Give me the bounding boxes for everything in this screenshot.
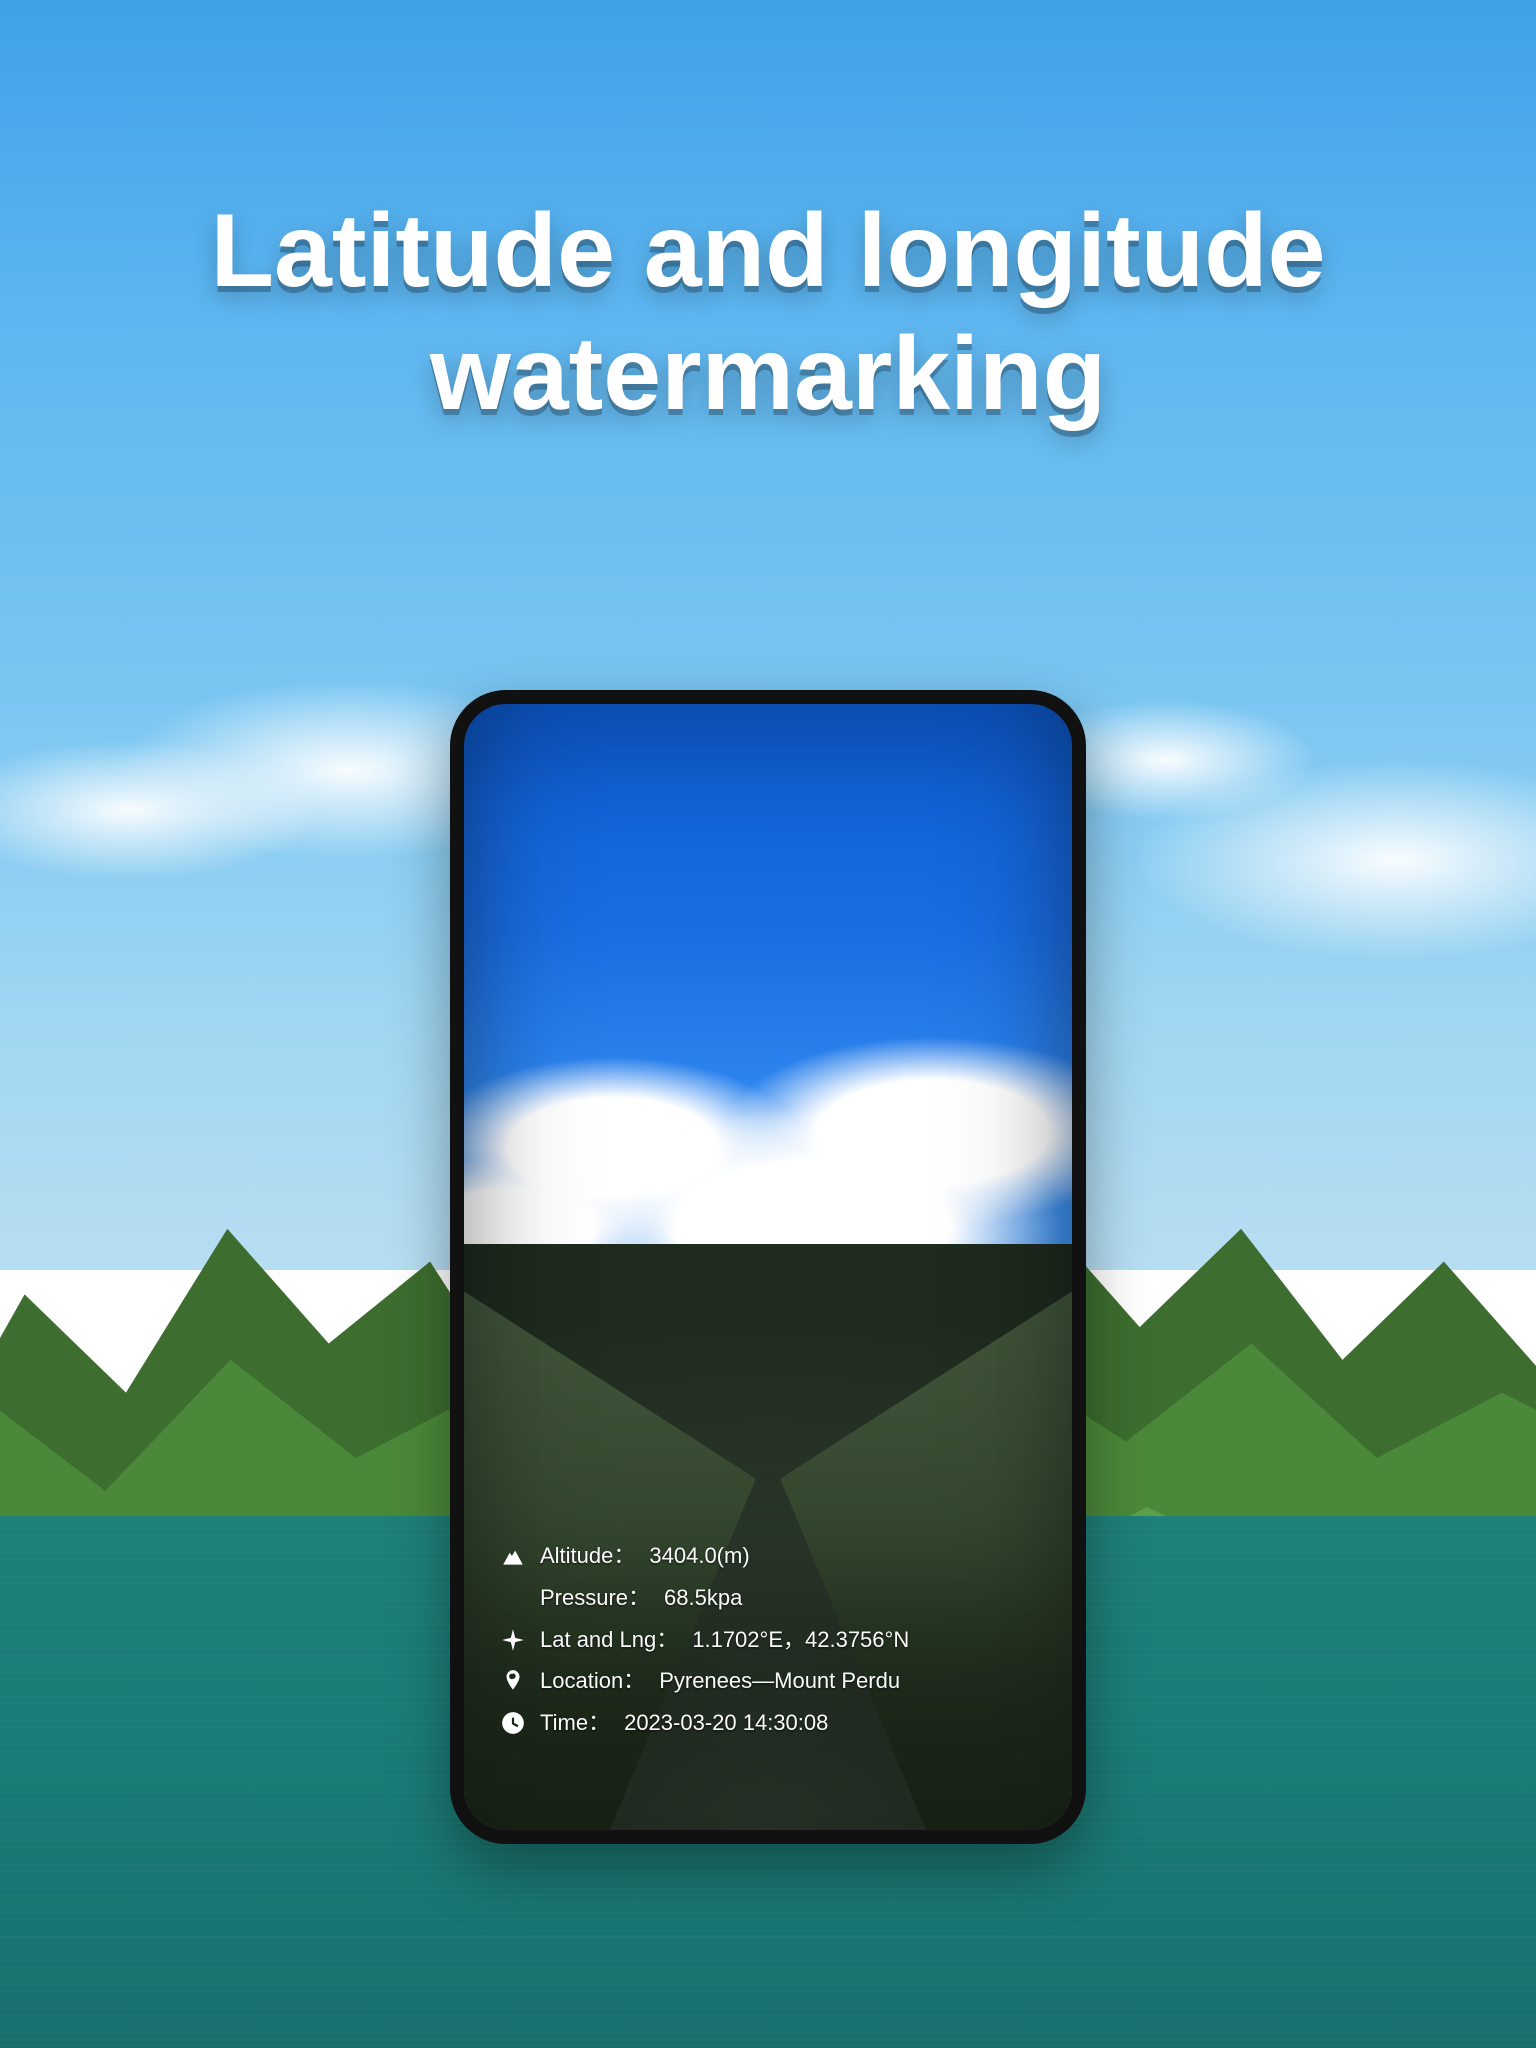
latlng-label: Lat and Lng：	[540, 1619, 678, 1661]
altitude-value: 3404.0(m)	[649, 1535, 749, 1577]
clock-icon	[500, 1710, 526, 1736]
time-value: 2023-03-20 14:30:08	[624, 1702, 828, 1744]
time-label: Time：	[540, 1702, 610, 1744]
pressure-label: Pressure：	[540, 1577, 650, 1619]
latlng-value: 1.1702°E，42.3756°N	[692, 1619, 909, 1661]
watermark-latlng: Lat and Lng： 1.1702°E，42.3756°N	[500, 1619, 1052, 1661]
altitude-label: Altitude：	[540, 1535, 635, 1577]
watermark-time: Time： 2023-03-20 14:30:08	[500, 1702, 1052, 1744]
watermark-location: Location： Pyrenees—Mount Perdu	[500, 1660, 1052, 1702]
page-title: Latitude and longitude watermarking	[0, 190, 1536, 435]
phone-screen: Altitude： 3404.0(m) Pressure： 68.5kpa La…	[464, 704, 1072, 1830]
pin-icon	[500, 1668, 526, 1694]
location-label: Location：	[540, 1660, 645, 1702]
watermark-overlay: Altitude： 3404.0(m) Pressure： 68.5kpa La…	[500, 1535, 1052, 1744]
watermark-altitude: Altitude： 3404.0(m)	[500, 1535, 1052, 1577]
title-line-2: watermarking	[80, 313, 1456, 436]
phone-mockup: Altitude： 3404.0(m) Pressure： 68.5kpa La…	[450, 690, 1086, 1844]
pressure-value: 68.5kpa	[664, 1577, 742, 1619]
watermark-pressure: Pressure： 68.5kpa	[500, 1577, 1052, 1619]
mountain-icon	[500, 1543, 526, 1569]
pressure-icon	[500, 1585, 526, 1611]
title-line-1: Latitude and longitude	[80, 190, 1456, 313]
compass-icon	[500, 1627, 526, 1653]
location-value: Pyrenees—Mount Perdu	[659, 1660, 900, 1702]
